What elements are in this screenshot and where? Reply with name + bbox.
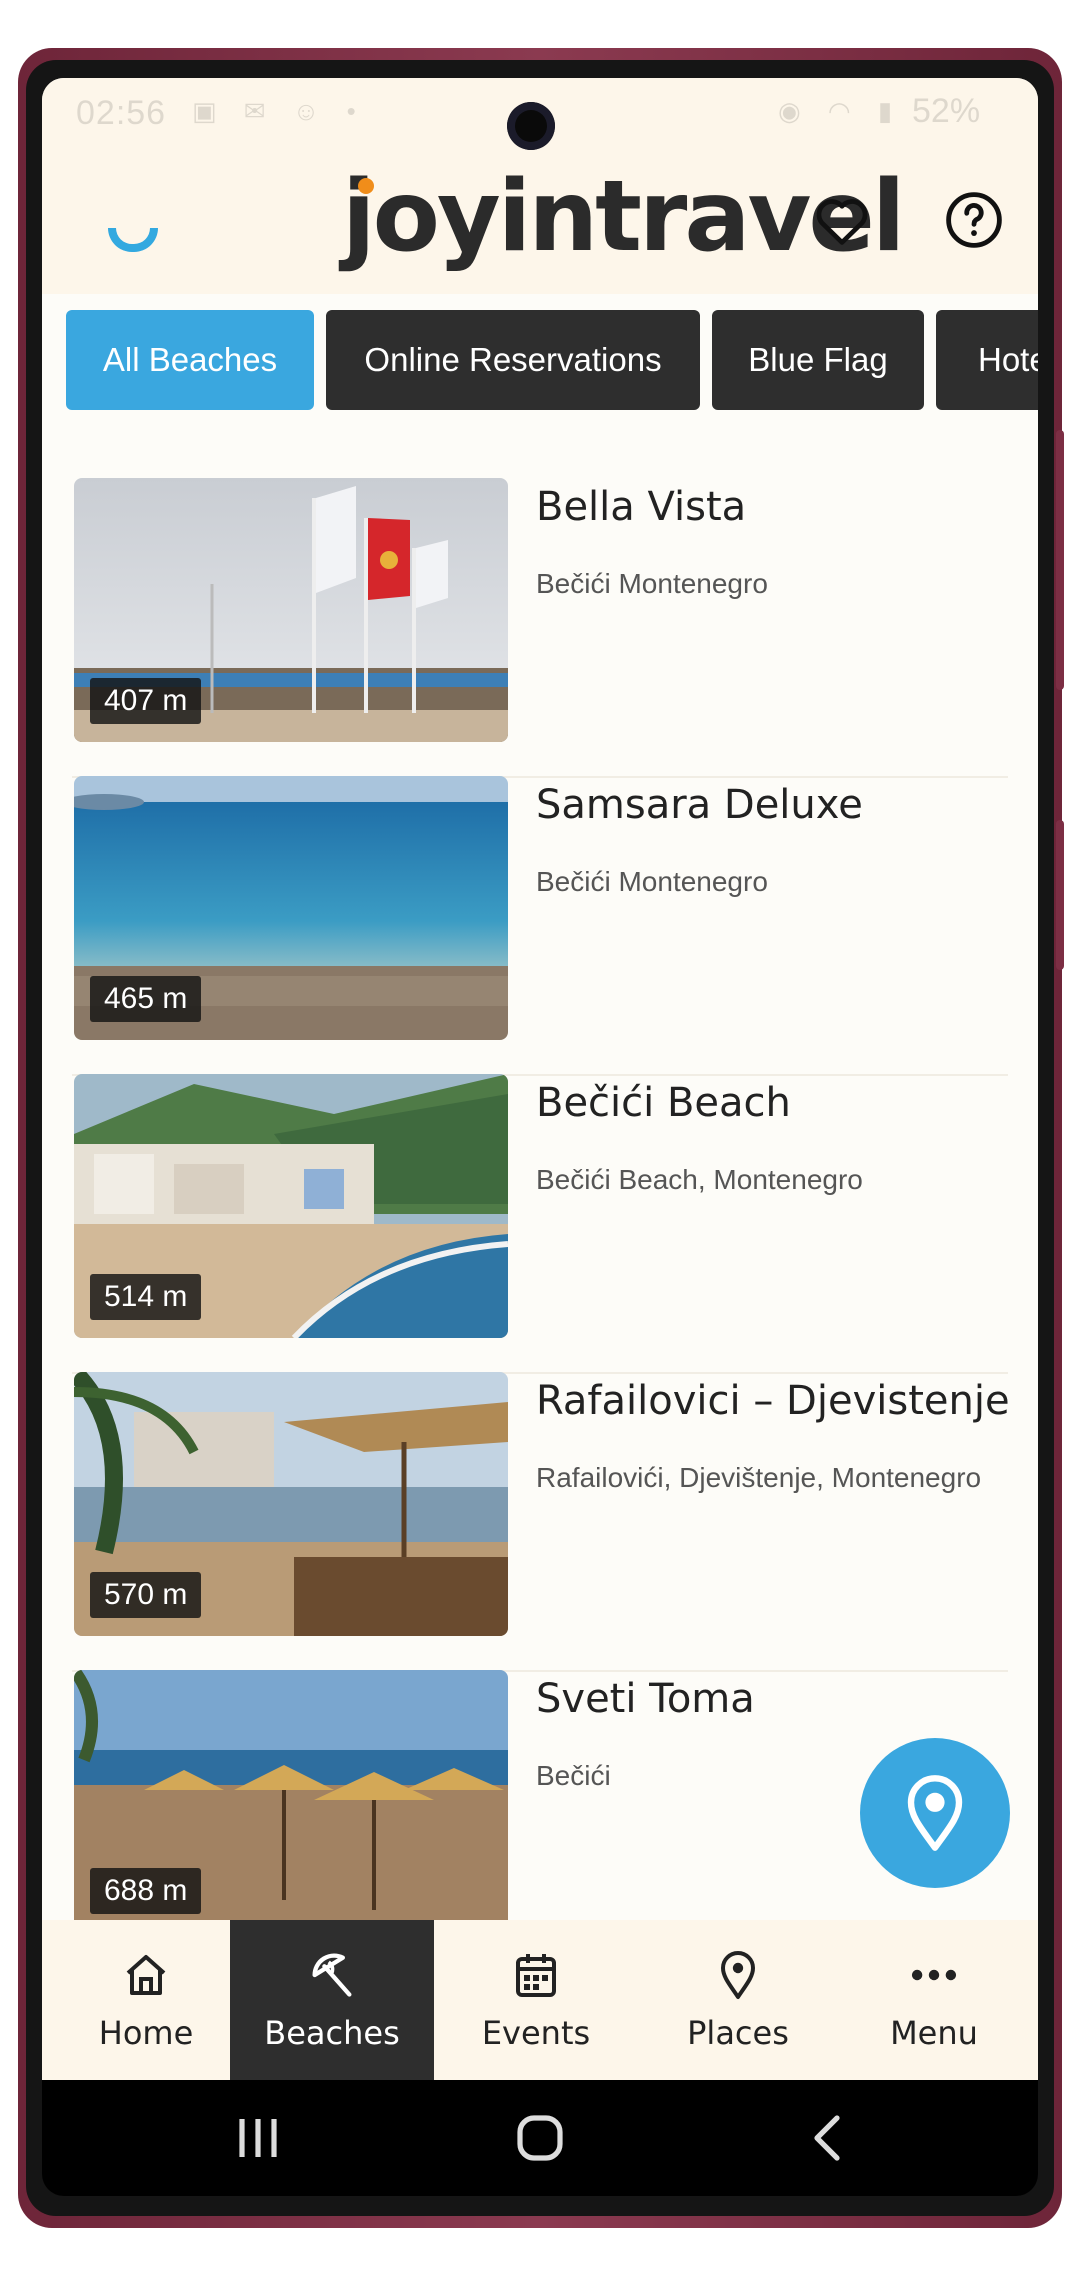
bottom-navigation: Home Beaches Events Places Menu (42, 1920, 1038, 2080)
heart-icon[interactable] (810, 188, 874, 252)
app-screen: 02:56 ▣ ✉ ☺ • ◉ ◠ ▮ 52% joyintravel All … (42, 78, 1038, 2080)
nav-home[interactable]: Home (46, 1920, 246, 2080)
beach-location: Bečići Beach, Montenegro (536, 1164, 863, 1195)
home-icon (122, 1946, 170, 2004)
beach-thumbnail: 570 m (74, 1372, 508, 1636)
nav-label: Home (98, 2014, 194, 2052)
beach-location: Bečići Montenegro (536, 568, 768, 599)
filter-blue-flag[interactable]: Blue Flag (712, 310, 924, 410)
map-pin-icon (907, 1775, 963, 1851)
beach-name: Bečići Beach (536, 1080, 791, 1126)
front-camera (507, 102, 555, 150)
beach-thumbnail: 514 m (74, 1074, 508, 1338)
back-icon[interactable] (796, 2108, 856, 2168)
nav-menu[interactable]: Menu (834, 1920, 1034, 2080)
app-logo: joyintravel (342, 168, 905, 278)
recent-apps-icon[interactable] (228, 2108, 288, 2168)
beach-name: Samsara Deluxe (536, 782, 863, 828)
nav-label: Places (687, 2014, 789, 2052)
status-time: 02:56 (76, 94, 167, 132)
nav-beaches[interactable]: Beaches (230, 1920, 434, 2080)
volume-button (1056, 430, 1064, 690)
nav-events[interactable]: Events (436, 1920, 636, 2080)
list-item[interactable]: 514 m Bečići Beach Bečići Beach, Montene… (42, 1074, 1038, 1374)
logo-smile (108, 228, 158, 252)
status-battery: 52% (912, 92, 981, 130)
filter-hotels[interactable]: Hotels (936, 310, 1038, 410)
beach-thumbnail: 465 m (74, 776, 508, 1040)
distance-badge: 407 m (90, 678, 202, 724)
distance-badge: 514 m (90, 1274, 202, 1320)
notification-icons: ▣ ✉ ☺ • (192, 96, 366, 126)
signal-icons: ◉ ◠ ▮ (778, 96, 903, 126)
beach-thumbnail: 688 m (74, 1670, 508, 1920)
map-pin-icon (718, 1946, 758, 2004)
beach-thumbnail: 407 m (74, 478, 508, 742)
list-item[interactable]: 407 m Bella Vista Bečići Montenegro (42, 478, 1038, 778)
beach-name: Rafailovici – Djevistenje (536, 1378, 1010, 1424)
distance-badge: 570 m (90, 1572, 202, 1618)
power-button (1056, 820, 1064, 970)
nav-label: Beaches (264, 2014, 400, 2052)
beach-location: Rafailovići, Djevištenje, Montenegro (536, 1462, 982, 1493)
filter-chips: All Beaches Online Reservations Blue Fla… (42, 310, 1038, 410)
beach-name: Bella Vista (536, 484, 747, 530)
logo-dot (358, 178, 374, 194)
home-button-icon[interactable] (510, 2108, 570, 2168)
filter-all-beaches[interactable]: All Beaches (66, 310, 314, 410)
map-fab-button[interactable] (860, 1738, 1010, 1888)
nav-label: Events (481, 2014, 591, 2052)
help-circle-icon[interactable] (942, 188, 1006, 252)
beach-location: Bečići Montenegro (536, 866, 768, 897)
more-icon (911, 1946, 957, 2004)
calendar-icon (513, 1946, 559, 2004)
list-item[interactable]: 465 m Samsara Deluxe Bečići Montenegro (42, 776, 1038, 1076)
nav-label: Menu (890, 2014, 978, 2052)
nav-places[interactable]: Places (638, 1920, 838, 2080)
system-navigation-bar (42, 2080, 1038, 2196)
filter-online-reservations[interactable]: Online Reservations (326, 310, 700, 410)
beach-umbrella-icon (306, 1946, 358, 2004)
distance-badge: 465 m (90, 976, 202, 1022)
app-header: 02:56 ▣ ✉ ☺ • ◉ ◠ ▮ 52% joyintravel (42, 78, 1038, 294)
distance-badge: 688 m (90, 1868, 202, 1914)
list-item[interactable]: 570 m Rafailovici – Djevistenje Rafailov… (42, 1372, 1038, 1672)
beach-name: Sveti Toma (536, 1676, 755, 1722)
